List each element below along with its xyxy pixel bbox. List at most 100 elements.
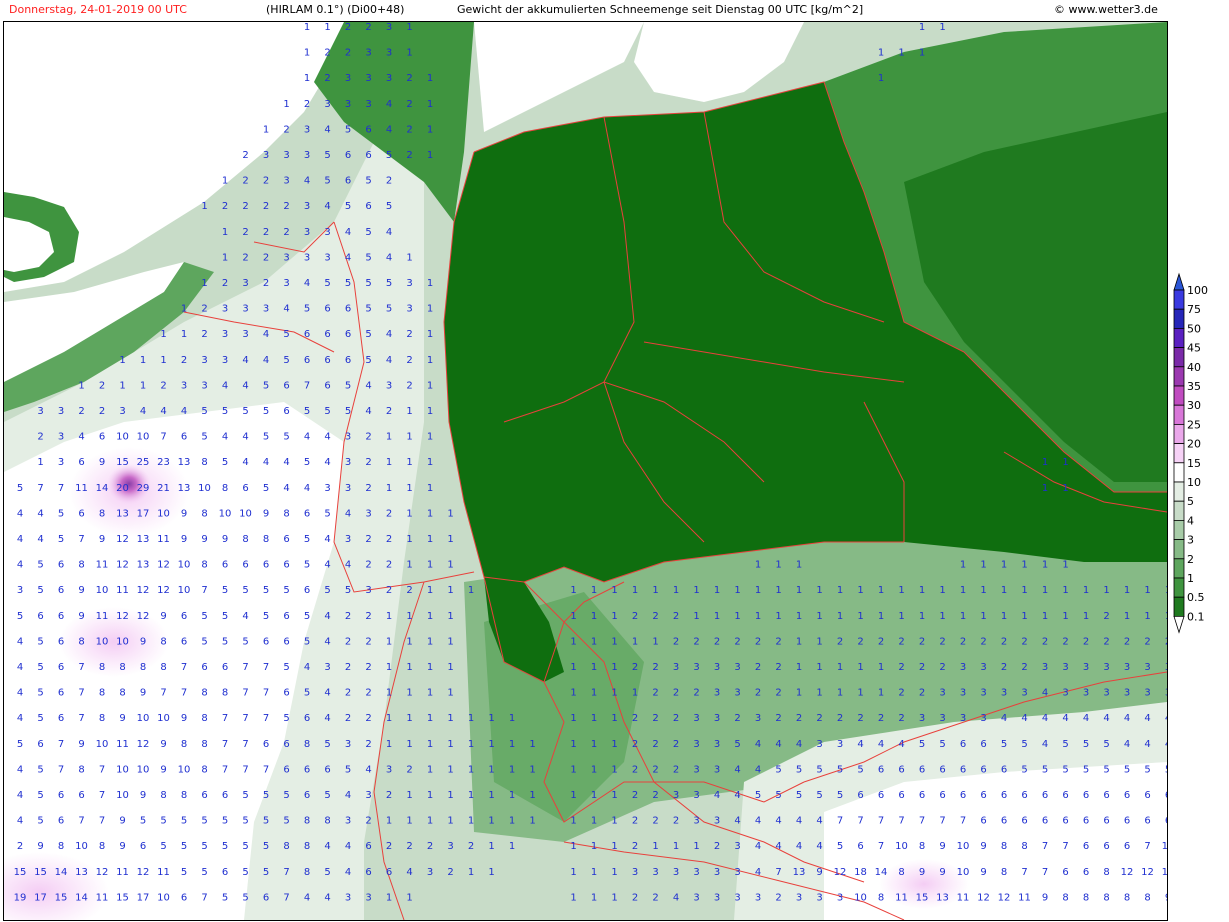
legend-swatch <box>1173 423 1185 444</box>
snow-value: 5 <box>345 124 351 135</box>
snow-value: 1 <box>140 355 146 366</box>
snow-value: 9 <box>160 764 166 775</box>
snow-value: 1 <box>796 662 802 673</box>
snow-value: 3 <box>1165 662 1167 673</box>
snow-value: 3 <box>734 867 740 878</box>
snow-value: 1 <box>427 124 433 135</box>
snow-value: 12 <box>137 867 150 878</box>
legend-swatch <box>1173 462 1185 483</box>
snow-value: 8 <box>201 508 207 519</box>
snow-value: 6 <box>324 304 330 315</box>
snow-value: 5 <box>283 329 289 340</box>
snow-value: 5 <box>242 790 248 801</box>
snow-value: 4 <box>898 739 904 750</box>
snow-value: 6 <box>960 764 966 775</box>
snow-value: 5 <box>201 867 207 878</box>
snow-value: 1 <box>1083 611 1089 622</box>
snow-value: 1 <box>1124 611 1130 622</box>
snow-value: 1 <box>427 636 433 647</box>
snow-value: 3 <box>201 355 207 366</box>
snow-value: 4 <box>324 201 330 212</box>
snow-value: 3 <box>386 73 392 84</box>
snow-value: 1 <box>1062 457 1068 468</box>
snow-value: 3 <box>283 150 289 161</box>
snow-value: 3 <box>263 304 269 315</box>
snow-value: 2 <box>673 739 679 750</box>
snow-value: 1 <box>488 790 494 801</box>
snow-value: 2 <box>242 201 248 212</box>
snow-value: 3 <box>734 892 740 903</box>
snow-value: 9 <box>37 841 43 852</box>
snow-value: 4 <box>386 227 392 238</box>
snow-value: 9 <box>939 841 945 852</box>
snow-value: 2 <box>386 790 392 801</box>
snow-value: 12 <box>137 611 150 622</box>
snow-value: 6 <box>283 764 289 775</box>
snow-value: 3 <box>406 304 412 315</box>
snow-value: 8 <box>201 713 207 724</box>
snow-value: 2 <box>960 636 966 647</box>
snow-value: 5 <box>222 585 228 596</box>
snow-value: 6 <box>242 483 248 494</box>
snow-value: 4 <box>755 841 761 852</box>
snow-value: 6 <box>365 867 371 878</box>
snow-value: 6 <box>1001 764 1007 775</box>
snow-value: 1 <box>939 611 945 622</box>
snow-value: 15 <box>55 892 68 903</box>
snow-value: 5 <box>283 355 289 366</box>
snow-value: 4 <box>796 841 802 852</box>
snow-value: 12 <box>977 892 990 903</box>
snow-value: 5 <box>386 201 392 212</box>
snow-value: 2 <box>304 99 310 110</box>
snow-value: 4 <box>816 841 822 852</box>
snow-value: 6 <box>283 636 289 647</box>
snow-value: 5 <box>242 816 248 827</box>
snow-value: 1 <box>447 560 453 571</box>
snow-value: 6 <box>283 380 289 391</box>
snow-value: 1 <box>406 432 412 443</box>
snow-value: 2 <box>1042 636 1048 647</box>
snow-value: 1 <box>796 560 802 571</box>
snow-value: 3 <box>365 99 371 110</box>
snow-value: 4 <box>17 713 23 724</box>
snow-value: 2 <box>181 355 187 366</box>
snow-value: 5 <box>1083 764 1089 775</box>
snow-value: 2 <box>775 892 781 903</box>
snow-value: 10 <box>239 508 252 519</box>
snow-value: 1 <box>201 201 207 212</box>
snow-value: 5 <box>365 278 371 289</box>
snow-value: 2 <box>857 713 863 724</box>
snow-value: 6 <box>181 636 187 647</box>
snow-value: 6 <box>140 841 146 852</box>
snow-value: 3 <box>58 406 64 417</box>
legend-swatch <box>1173 385 1185 406</box>
snow-value: 6 <box>919 764 925 775</box>
snow-value: 8 <box>1001 841 1007 852</box>
snow-value: 1 <box>427 560 433 571</box>
snow-value: 7 <box>78 662 84 673</box>
snow-value: 1 <box>406 688 412 699</box>
snow-value: 5 <box>1021 739 1027 750</box>
snow-value: 3 <box>960 713 966 724</box>
snow-value: 2 <box>714 636 720 647</box>
snow-value: 6 <box>980 790 986 801</box>
snow-value: 10 <box>116 790 129 801</box>
snow-value: 4 <box>1103 713 1109 724</box>
snow-value: 4 <box>365 764 371 775</box>
snow-value: 1 <box>406 534 412 545</box>
snow-value: 3 <box>304 252 310 263</box>
snow-value: 2 <box>406 585 412 596</box>
snow-value: 7 <box>242 764 248 775</box>
snow-value: 5 <box>304 688 310 699</box>
snow-value: 2 <box>406 329 412 340</box>
snow-value: 5 <box>919 739 925 750</box>
snow-value: 3 <box>283 252 289 263</box>
snow-value: 17 <box>34 892 47 903</box>
snow-value: 11 <box>96 611 109 622</box>
snow-value: 11 <box>957 892 970 903</box>
snow-value: 10 <box>157 892 170 903</box>
snow-value: 7 <box>222 739 228 750</box>
snow-value: 2 <box>242 252 248 263</box>
snow-value: 4 <box>1001 713 1007 724</box>
snow-value: 1 <box>1165 585 1167 596</box>
